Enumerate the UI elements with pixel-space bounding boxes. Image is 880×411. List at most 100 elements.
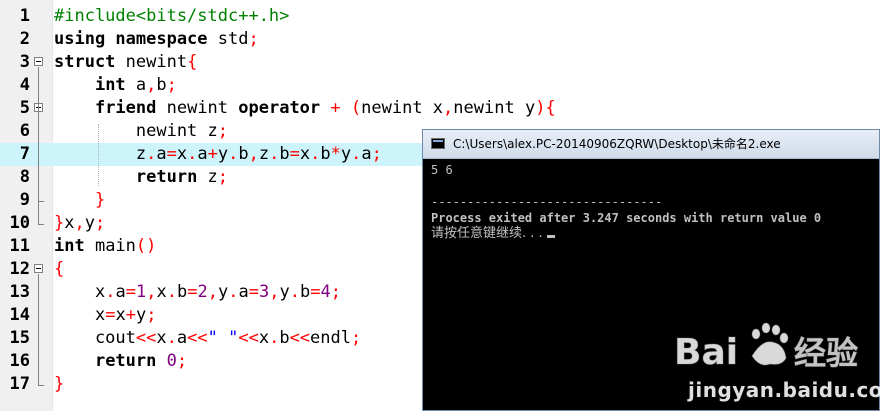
brand-text-bai: Bai [674, 332, 738, 373]
code-token: b [279, 144, 290, 164]
code-token: ( [350, 98, 362, 118]
code-text: friend newint operator + (newint x,newin… [54, 97, 556, 120]
code-token: } [54, 374, 65, 394]
code-token: ; [248, 29, 259, 49]
code-token: { [187, 52, 198, 72]
code-token: x [54, 305, 106, 325]
code-token: x [64, 213, 75, 233]
code-token: , [443, 98, 454, 118]
code-token: y [279, 282, 290, 302]
code-token: x [156, 282, 167, 302]
code-line[interactable]: 2 using namespace std; [0, 28, 880, 51]
code-token: newint x [361, 98, 444, 118]
console-exit-message: Process exited after 3.247 seconds with … [431, 211, 822, 225]
line-number: 6 [19, 121, 30, 141]
code-token: return [135, 167, 198, 187]
code-token: 2 [197, 282, 208, 302]
console-prompt: 请按任意键继续. . . [431, 226, 543, 241]
code-text: #include<bits/stdc++.h> [54, 5, 289, 28]
line-number: 17 [9, 374, 30, 394]
indent-guide [98, 124, 99, 186]
code-token: x [299, 144, 311, 164]
code-token: << [135, 328, 157, 348]
code-token: ; [217, 167, 229, 187]
code-token: . [166, 282, 177, 302]
line-number: 15 [9, 328, 30, 348]
code-token: using namespace [54, 29, 208, 49]
code-text: z.a=x.a+y.b,z.b=x.b*y.a; [54, 143, 382, 166]
line-number: 10 [9, 213, 30, 233]
code-line[interactable]: 1 #include<bits/stdc++.h> [0, 5, 880, 28]
code-token: + [330, 98, 341, 118]
code-token: + [125, 305, 136, 325]
code-token: z [54, 144, 147, 164]
code-token: b [156, 75, 167, 95]
code-token: ; [166, 75, 177, 95]
code-token: #include<bits/stdc++.h> [54, 6, 290, 26]
code-token: , [207, 282, 218, 302]
code-token: b [238, 144, 249, 164]
line-number: 3 [19, 52, 30, 72]
code-token: , [74, 213, 85, 233]
code-token: , [269, 282, 280, 302]
line-number: 9 [19, 190, 30, 210]
code-token: friend [94, 98, 157, 118]
code-token: std [207, 29, 249, 49]
code-text: return z; [54, 166, 228, 189]
code-line[interactable]: 4 int a,b; [0, 74, 880, 97]
code-line[interactable]: 3 struct newint{ [0, 51, 880, 74]
code-token: ; [217, 121, 229, 141]
fold-collapse-icon[interactable] [34, 57, 43, 66]
console-separator: -------------------------------- [431, 195, 663, 209]
code-token: a [115, 282, 126, 302]
code-token: newint z [54, 121, 218, 141]
code-token: cout [54, 328, 136, 348]
code-token: a [197, 144, 208, 164]
code-token: int [54, 236, 85, 256]
console-title: C:\Users\alex.PC-20140906ZQRW\Desktop\未命… [453, 137, 781, 151]
code-token: 4 [320, 282, 331, 302]
code-text: } [54, 373, 64, 396]
code-token: = [310, 282, 321, 302]
code-token: ){ [535, 98, 556, 118]
code-token: return [94, 351, 157, 371]
baidu-jingyan-watermark: Bai 经验 jingyan.baidu.com [672, 316, 880, 408]
line-number: 13 [9, 282, 30, 302]
code-token: . [187, 144, 198, 164]
console-cursor [546, 235, 555, 238]
code-token: a [361, 144, 372, 164]
code-text: }x,y; [54, 212, 105, 235]
code-token: x [115, 305, 126, 325]
code-text: newint z; [54, 120, 228, 143]
code-token: * [330, 144, 341, 164]
fold-collapse-icon[interactable] [34, 264, 43, 273]
code-token: , [248, 144, 259, 164]
code-token: . [166, 328, 177, 348]
code-token: y [135, 305, 147, 325]
code-token: . [269, 144, 280, 164]
console-title-bar[interactable]: C:\Users\alex.PC-20140906ZQRW\Desktop\未命… [423, 130, 879, 159]
code-token: ; [330, 282, 341, 302]
console-app-icon [431, 138, 445, 149]
code-token: } [54, 213, 65, 233]
code-token: . [310, 144, 321, 164]
code-token: newint [156, 98, 239, 118]
code-token: y [217, 144, 229, 164]
code-token: x [156, 328, 167, 348]
code-token: . [105, 282, 116, 302]
code-token: = [289, 144, 300, 164]
code-line[interactable]: 5 friend newint operator + (newint x,new… [0, 97, 880, 120]
code-text: int a,b; [54, 74, 177, 97]
code-token: 1 [135, 282, 147, 302]
code-token: main [84, 236, 136, 256]
code-token: ; [95, 213, 106, 233]
code-text: { [54, 258, 64, 281]
code-token: z [258, 144, 270, 164]
code-token: b [176, 282, 188, 302]
code-token: a [125, 75, 147, 95]
code-token: x [176, 144, 188, 164]
code-text: using namespace std; [54, 28, 259, 51]
